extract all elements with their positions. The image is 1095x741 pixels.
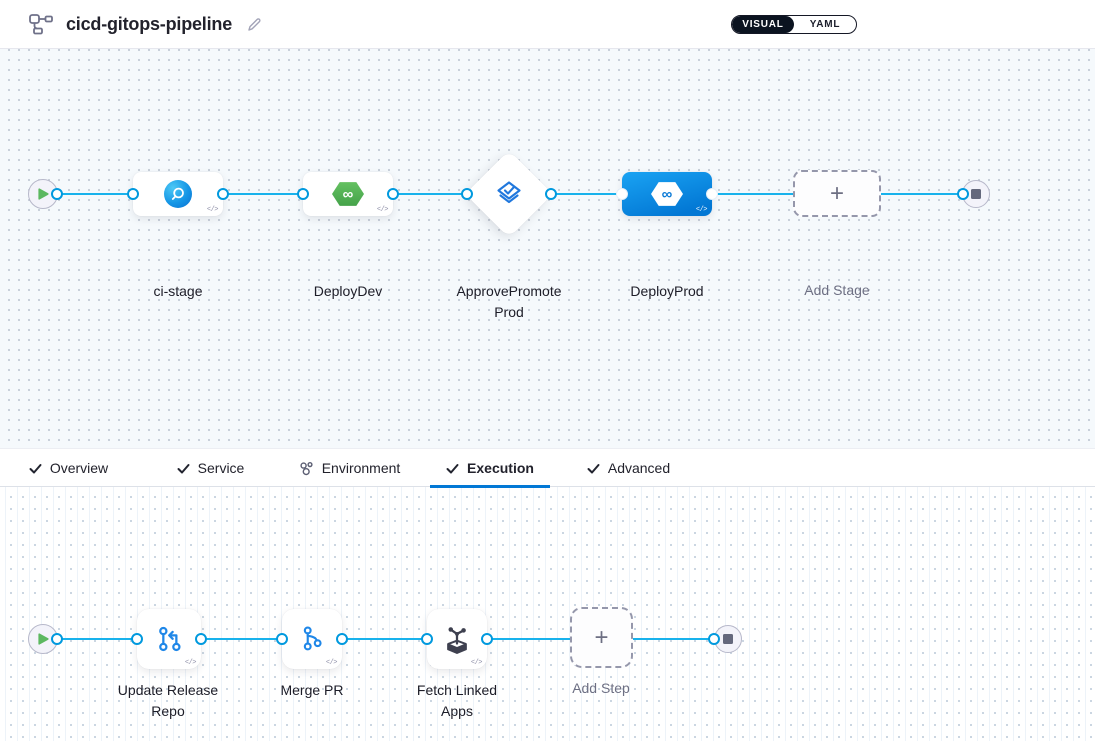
plus-icon: + [594, 624, 608, 652]
tab-label: Environment [322, 460, 401, 476]
stage-node-ci-stage[interactable]: </> [133, 172, 223, 216]
tab-environment[interactable]: Environment [281, 449, 418, 487]
fetch-linked-apps-icon [440, 622, 474, 656]
step-label: Merge PR [252, 680, 372, 701]
add-stage-label: Add Stage [772, 280, 902, 301]
tab-advanced[interactable]: Advanced [567, 449, 690, 487]
connector-port[interactable] [706, 188, 718, 200]
connector-port[interactable] [387, 188, 399, 200]
connector-port[interactable] [708, 633, 720, 645]
code-badge-icon: </> [377, 206, 388, 214]
stop-icon [971, 189, 981, 199]
add-stage-button[interactable]: + [793, 170, 881, 217]
step-node-merge-pr[interactable]: </> [282, 609, 342, 669]
code-badge-icon: </> [207, 206, 218, 214]
step-label: Fetch Linked Apps [407, 680, 507, 722]
connector-port[interactable] [957, 188, 969, 200]
approval-check-icon [494, 179, 524, 209]
connector-port[interactable] [616, 188, 628, 200]
tab-label: Execution [467, 460, 534, 476]
pipeline-icon [28, 12, 54, 36]
step-node-update-release-repo[interactable]: </> [137, 609, 201, 669]
connector-port[interactable] [545, 188, 557, 200]
connector-port[interactable] [297, 188, 309, 200]
add-step-button[interactable]: + [570, 607, 633, 668]
edit-pencil-icon[interactable] [246, 16, 263, 33]
check-icon [446, 462, 459, 475]
cd-infinity-hexagon-icon: ∞ [651, 181, 683, 208]
tab-execution[interactable]: Execution [430, 449, 550, 487]
check-icon [29, 462, 42, 475]
tab-overview[interactable]: Overview [12, 449, 125, 487]
visual-yaml-toggle: VISUAL YAML [731, 15, 857, 34]
stage-label: ApprovePromoteProd [453, 281, 565, 323]
code-badge-icon: </> [326, 659, 337, 667]
connector-port[interactable] [217, 188, 229, 200]
ci-build-icon [164, 180, 192, 208]
environment-graph-icon [299, 461, 314, 476]
git-update-release-icon [152, 622, 186, 656]
tab-label: Service [198, 460, 245, 476]
execution-step-canvas: </> Update Release Repo </> Merge PR [0, 487, 1095, 741]
connector-port[interactable] [421, 633, 433, 645]
connector-port[interactable] [481, 633, 493, 645]
connector-port[interactable] [131, 633, 143, 645]
stage-label: DeployProd [602, 281, 732, 302]
pipeline-title: cicd-gitops-pipeline [66, 14, 232, 35]
check-icon [177, 462, 190, 475]
code-badge-icon: </> [185, 659, 196, 667]
tab-label: Overview [50, 460, 108, 476]
play-icon [38, 633, 49, 645]
toggle-yaml-button[interactable]: YAML [794, 16, 856, 33]
stop-icon [723, 634, 733, 644]
connector-port[interactable] [51, 633, 63, 645]
connector-port[interactable] [276, 633, 288, 645]
code-badge-icon: </> [471, 659, 482, 667]
connector-port[interactable] [336, 633, 348, 645]
header-bar: cicd-gitops-pipeline VISUAL YAML [0, 0, 1095, 49]
code-badge-icon: </> [696, 206, 707, 214]
step-node-fetch-linked-apps[interactable]: </> [427, 609, 487, 669]
stage-node-deployprod[interactable]: ∞ </> [622, 172, 712, 216]
add-step-label: Add Step [541, 678, 661, 699]
connector-port[interactable] [127, 188, 139, 200]
check-icon [587, 462, 600, 475]
plus-icon: + [830, 180, 844, 208]
stage-canvas: </> ci-stage ∞ </> DeployDev ApproveProm… [0, 49, 1095, 448]
pipeline-studio: cicd-gitops-pipeline VISUAL YAML [0, 0, 1095, 741]
stage-label: DeployDev [283, 281, 413, 302]
stage-label: ci-stage [113, 281, 243, 302]
step-label: Update Release Repo [108, 680, 228, 722]
stage-config-tabbar: Overview Service Environment Execution A… [0, 448, 1095, 487]
connector-port[interactable] [461, 188, 473, 200]
cd-infinity-hexagon-icon: ∞ [332, 181, 364, 208]
toggle-visual-button[interactable]: VISUAL [732, 16, 794, 33]
connector-port[interactable] [195, 633, 207, 645]
stage-node-deploydev[interactable]: ∞ </> [303, 172, 393, 216]
play-icon [38, 188, 49, 200]
git-merge-icon [296, 623, 328, 655]
tab-label: Advanced [608, 460, 670, 476]
connector-port[interactable] [51, 188, 63, 200]
stage-node-approvepromoteprod[interactable] [465, 150, 553, 238]
tab-service[interactable]: Service [158, 449, 263, 487]
